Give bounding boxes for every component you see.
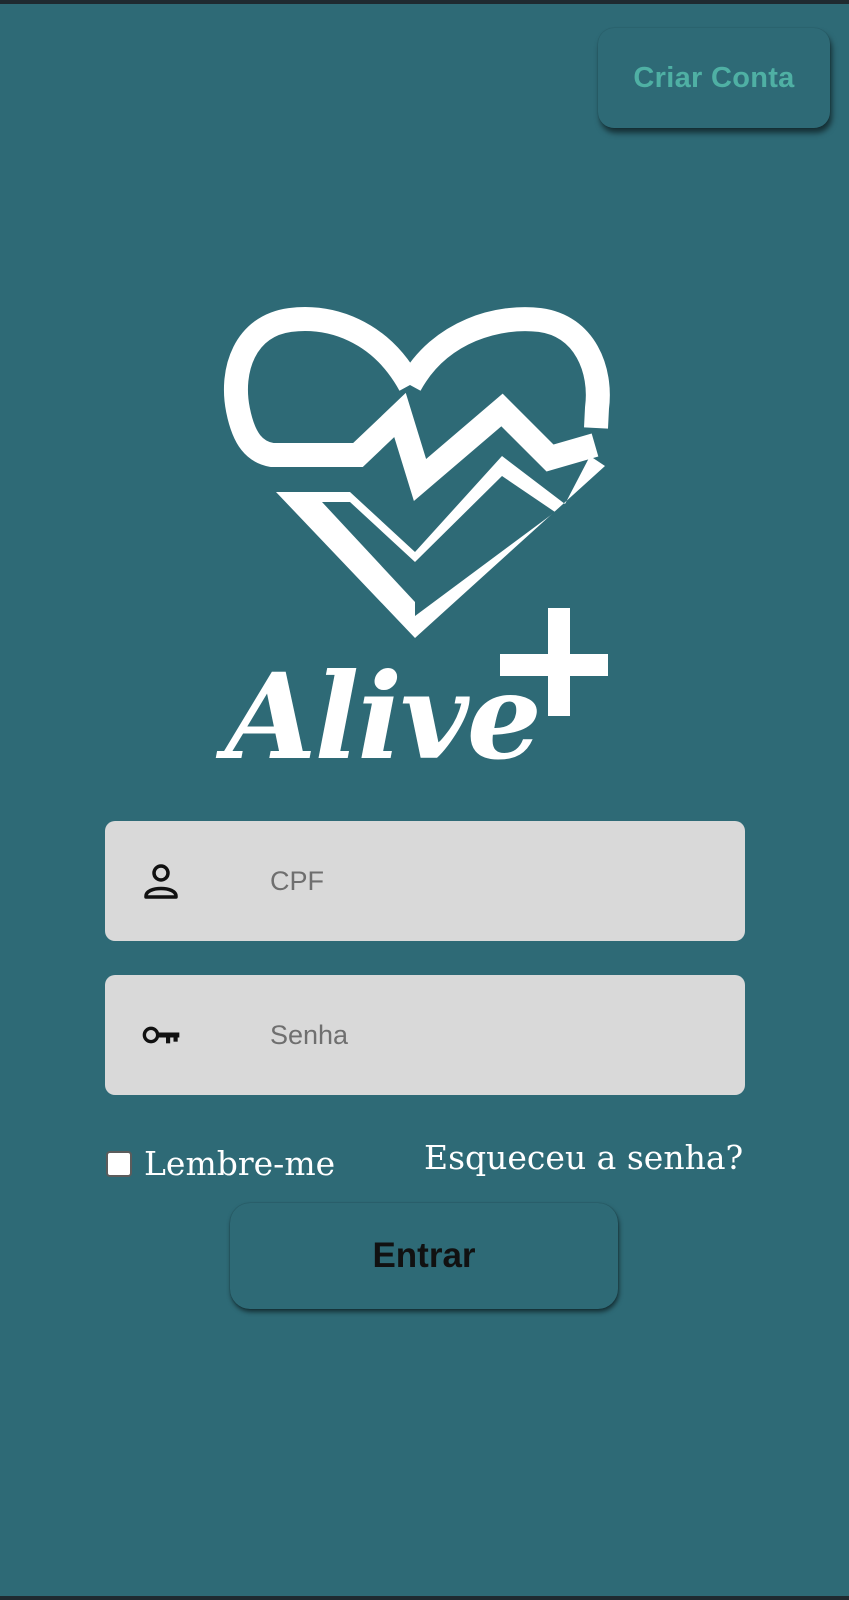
cpf-input[interactable] (270, 851, 710, 911)
create-account-button[interactable]: Criar Conta (598, 28, 830, 128)
remember-me[interactable]: Lembre-me (106, 1144, 335, 1183)
remember-me-checkbox[interactable] (106, 1150, 132, 1177)
forgot-password-link[interactable]: Esqueceu a senha? (424, 1138, 743, 1177)
user-icon (144, 864, 178, 899)
logo-wordmark: Alive (225, 647, 542, 786)
password-input[interactable] (270, 1005, 710, 1065)
bottom-edge (0, 1596, 849, 1600)
remember-me-label: Lembre-me (144, 1144, 336, 1183)
top-edge (0, 0, 849, 4)
cpf-field[interactable] (105, 821, 745, 941)
login-button[interactable]: Entrar (230, 1203, 618, 1309)
key-icon (142, 1026, 180, 1044)
password-field[interactable] (105, 975, 745, 1095)
